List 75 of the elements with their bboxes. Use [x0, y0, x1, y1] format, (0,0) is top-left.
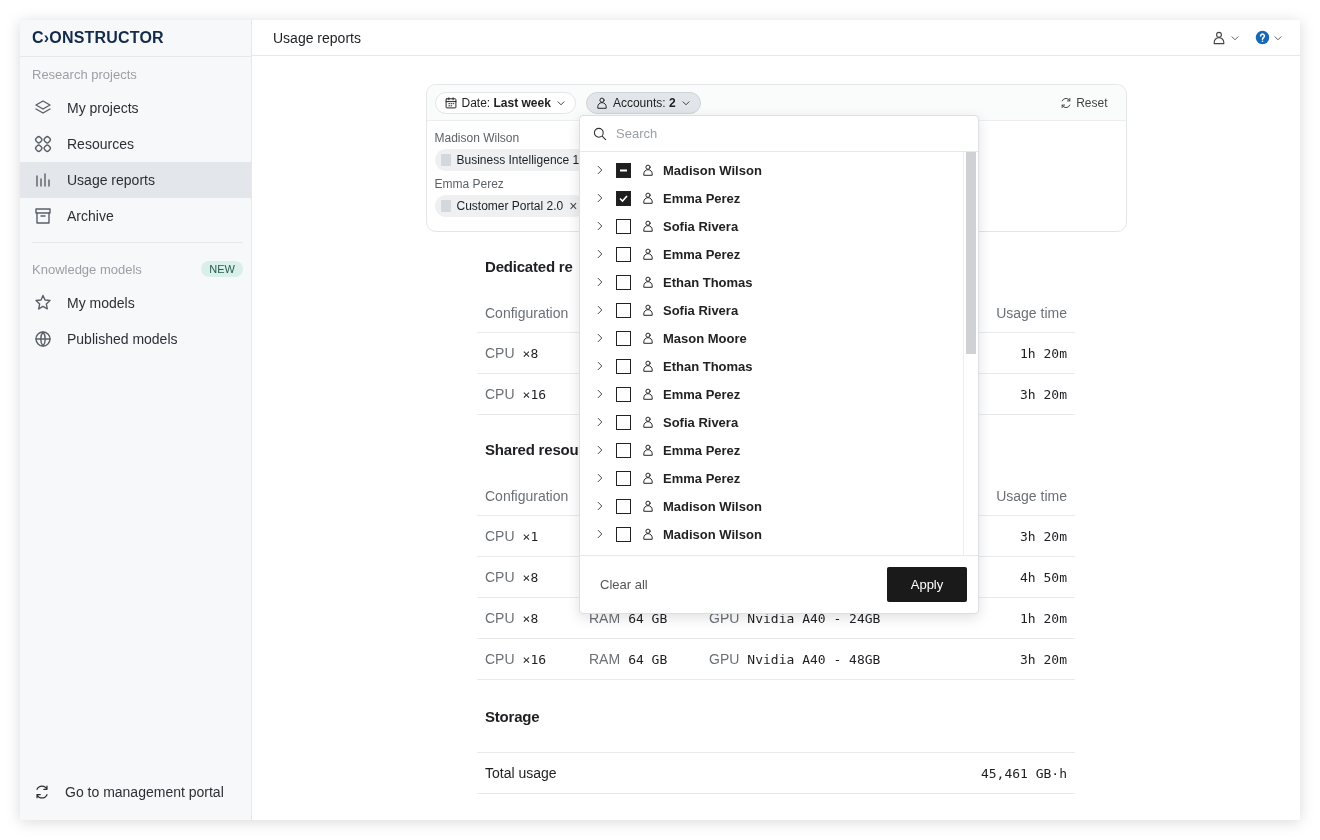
person-icon: [641, 191, 655, 205]
person-icon: [641, 499, 655, 513]
checkbox[interactable]: [616, 442, 631, 458]
checkbox[interactable]: [616, 386, 631, 402]
section-title: Storage: [485, 708, 540, 727]
checkbox[interactable]: [616, 414, 631, 430]
person-icon: [641, 303, 655, 317]
apply-button[interactable]: Apply: [887, 567, 967, 602]
accounts-filter[interactable]: Accounts: 2: [585, 91, 701, 114]
section-title: Research projects: [32, 67, 137, 82]
grid-icon: [33, 134, 53, 154]
checkbox[interactable]: [616, 526, 631, 542]
sidebar-item[interactable]: My models: [20, 285, 251, 321]
new-badge: NEW: [201, 261, 243, 277]
reset-button[interactable]: Reset: [1053, 94, 1114, 111]
table-cell: Total usage: [477, 752, 754, 794]
person-icon: [641, 247, 655, 261]
sidebar-item[interactable]: Resources: [20, 126, 251, 162]
person-icon: [641, 443, 655, 457]
help-icon: [1255, 30, 1270, 45]
star-shape-icon: [33, 293, 53, 313]
person-icon: [641, 331, 655, 345]
person-icon: [641, 219, 655, 233]
checkbox[interactable]: [616, 274, 631, 290]
globe-icon: [33, 329, 53, 349]
sidebar-item[interactable]: Archive: [20, 198, 251, 234]
logo: C›ONSTRUCTOR: [20, 20, 251, 57]
archive-icon: [33, 206, 53, 226]
checkbox[interactable]: [616, 218, 631, 234]
user-menu-button[interactable]: [1211, 29, 1241, 46]
management-portal-link[interactable]: Go to management portal: [20, 764, 251, 820]
account-name: Emma Perez: [434, 177, 504, 191]
section-title: Dedicated re: [485, 258, 573, 277]
sidebar-item[interactable]: Usage reports: [20, 162, 251, 198]
checkbox[interactable]: [616, 498, 631, 514]
checkbox[interactable]: [616, 330, 631, 346]
account-option[interactable]: Ethan Thomas: [580, 268, 963, 296]
sidebar-item[interactable]: Published models: [20, 321, 251, 357]
bar-chart-icon: [33, 170, 53, 190]
checkbox[interactable]: [616, 190, 631, 206]
refresh-icon: [1059, 95, 1074, 110]
clear-all-button[interactable]: Clear all: [600, 577, 648, 592]
person-icon: [641, 415, 655, 429]
sidebar-item[interactable]: My projects: [20, 90, 251, 126]
checkbox[interactable]: [616, 246, 631, 262]
table-cell: CPU ×16: [477, 638, 581, 680]
person-icon: [594, 95, 609, 110]
section-title: Knowledge models: [32, 261, 142, 277]
person-icon: [641, 471, 655, 485]
table-cell: RAM 64 GB: [581, 638, 701, 680]
date-filter[interactable]: Date: Last week: [434, 91, 576, 114]
table-cell: 45,461 GB·h: [753, 752, 1075, 794]
calendar-icon: [443, 95, 458, 110]
table-cell: 3h 20m: [956, 638, 1075, 680]
person-icon: [641, 527, 655, 541]
checkbox[interactable]: [616, 302, 631, 318]
table-cell: GPU Nvidia A40 - 48GB: [701, 638, 957, 680]
account-option[interactable]: Emma Perez: [580, 240, 963, 268]
person-icon: [641, 275, 655, 289]
search-icon: [592, 125, 608, 142]
refresh-icon: [33, 783, 51, 801]
page-title: Usage reports: [273, 29, 362, 46]
checkmark-icon: [619, 193, 628, 203]
section-title: Shared resou: [485, 441, 579, 460]
person-icon: [641, 163, 655, 177]
person-icon: [641, 387, 655, 401]
person-icon: [641, 359, 655, 373]
scrollbar[interactable]: [963, 152, 978, 555]
indeterminate-checkbox[interactable]: [616, 162, 631, 178]
checkbox[interactable]: [616, 470, 631, 486]
person-icon: [1211, 29, 1227, 46]
checkbox[interactable]: [616, 358, 631, 374]
account-name: Madison Wilson: [434, 131, 520, 145]
account-option[interactable]: Emma Perez: [580, 436, 963, 464]
help-menu-button[interactable]: [1255, 30, 1284, 45]
